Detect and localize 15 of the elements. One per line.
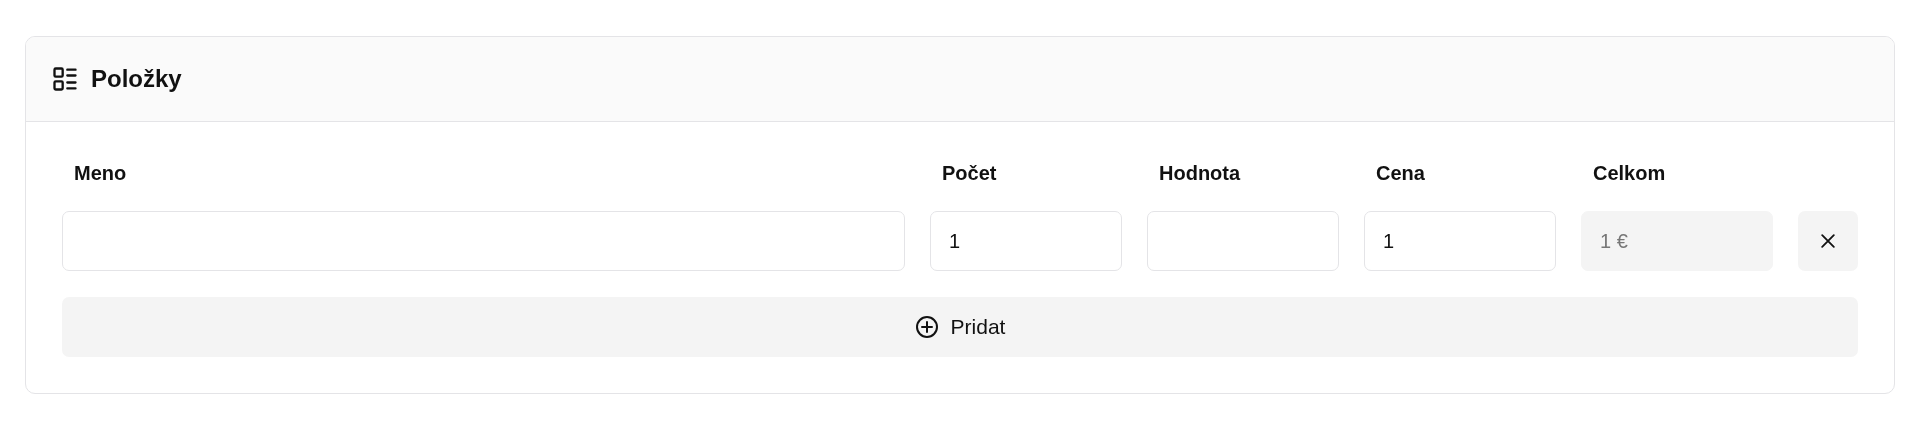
remove-button[interactable] — [1798, 211, 1858, 271]
add-button[interactable]: Pridat — [62, 297, 1858, 357]
input-field[interactable] — [62, 211, 905, 271]
input-field[interactable]: 1 — [930, 211, 1122, 271]
column-label: Cena — [1375, 162, 1426, 185]
close-icon — [1818, 231, 1838, 251]
column-label: Meno — [73, 162, 128, 185]
input-field[interactable] — [1147, 211, 1339, 271]
input-field[interactable]: 1 — [1364, 211, 1556, 271]
column-label: Celkom — [1592, 162, 1667, 185]
column-label: Hodnota — [1158, 162, 1242, 185]
column-label: Počet — [941, 162, 998, 185]
plus-circle-icon — [914, 315, 939, 339]
card-title: Položky — [91, 65, 182, 93]
list-icon — [51, 65, 79, 93]
